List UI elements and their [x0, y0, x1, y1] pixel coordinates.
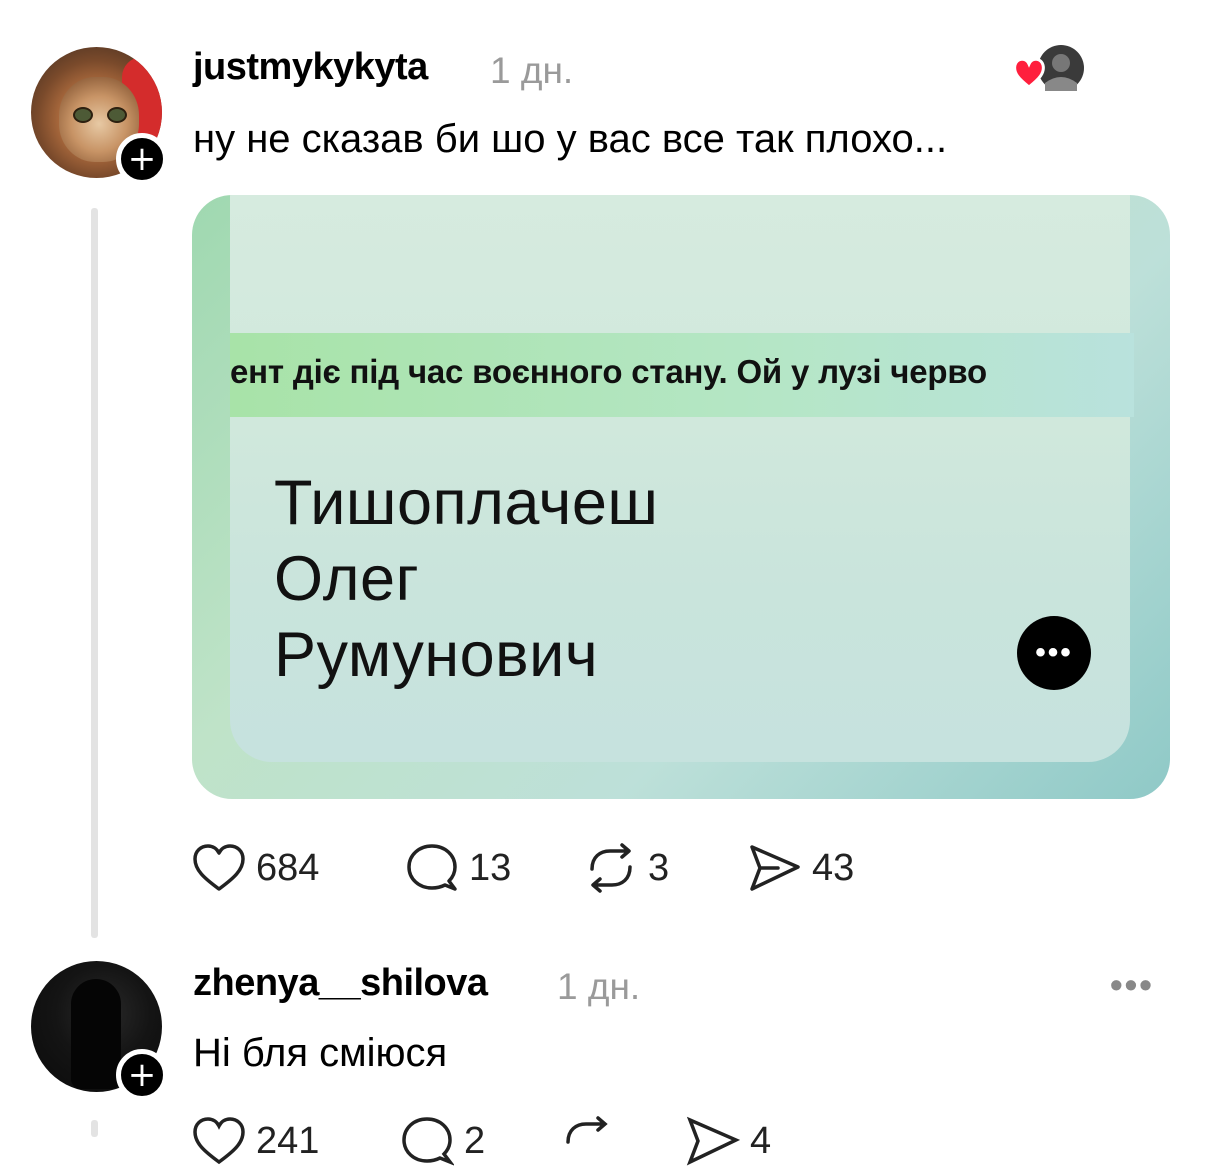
share-button[interactable]: 4: [686, 1116, 771, 1166]
thread-line: [91, 208, 98, 938]
repost-icon: [590, 843, 632, 893]
share-icon: [686, 1116, 740, 1166]
avatar-eye: [73, 107, 93, 123]
share-button[interactable]: 43: [748, 843, 854, 893]
like-count: 241: [256, 1119, 320, 1162]
comment-count: 2: [464, 1119, 486, 1162]
plus-icon: +: [127, 1055, 157, 1095]
repost-count: 3: [648, 846, 670, 889]
heart-icon: [193, 844, 245, 891]
comment-count: 13: [469, 846, 512, 889]
plus-icon: +: [127, 139, 157, 179]
comment-icon: [402, 1117, 454, 1166]
follow-button[interactable]: +: [116, 1049, 168, 1101]
avatar-silhouette: [71, 979, 121, 1089]
comment-button[interactable]: 13: [405, 843, 511, 893]
comment-text: Ні бля сміюся: [193, 1031, 448, 1075]
like-count: 684: [256, 846, 320, 889]
repost-icon: [566, 1116, 608, 1144]
image-name-line: Олег: [274, 544, 420, 614]
reactor-avatars: [1013, 45, 1084, 91]
more-icon: •••: [1035, 636, 1073, 669]
avatar-eye: [107, 107, 127, 123]
follow-button[interactable]: +: [116, 133, 168, 185]
post-image[interactable]: ент діє під час воєнного стану. Ой у луз…: [192, 195, 1170, 799]
repost-button[interactable]: 3: [584, 843, 669, 893]
repost-button[interactable]: [560, 1116, 614, 1166]
timestamp: 1 дн.: [490, 50, 574, 91]
like-button[interactable]: 684: [192, 843, 319, 893]
image-name-line: Тишоплачеш: [274, 468, 659, 538]
heart-icon: [193, 1117, 245, 1165]
image-more-button: •••: [1017, 616, 1091, 690]
reactors-preview[interactable]: [1013, 43, 1085, 95]
username[interactable]: justmykykyta: [193, 46, 428, 89]
share-count: 4: [750, 1119, 772, 1162]
thread-line: [91, 1120, 98, 1137]
comment-button[interactable]: 2: [400, 1116, 485, 1166]
image-banner-text: ент діє під час воєнного стану. Ой у луз…: [230, 353, 987, 390]
share-icon: [750, 845, 800, 891]
timestamp: 1 дн.: [557, 966, 641, 1007]
heart-icon: [1013, 57, 1045, 89]
like-button[interactable]: 241: [192, 1116, 319, 1166]
image-name-line: Румунович: [274, 620, 599, 690]
more-icon[interactable]: •••: [1110, 964, 1154, 1006]
comment-icon: [407, 844, 457, 891]
comment-text: ну не сказав би шо у вас все так плохо..…: [193, 117, 948, 161]
share-count: 43: [812, 846, 855, 889]
username[interactable]: zhenya__shilova: [193, 962, 488, 1005]
